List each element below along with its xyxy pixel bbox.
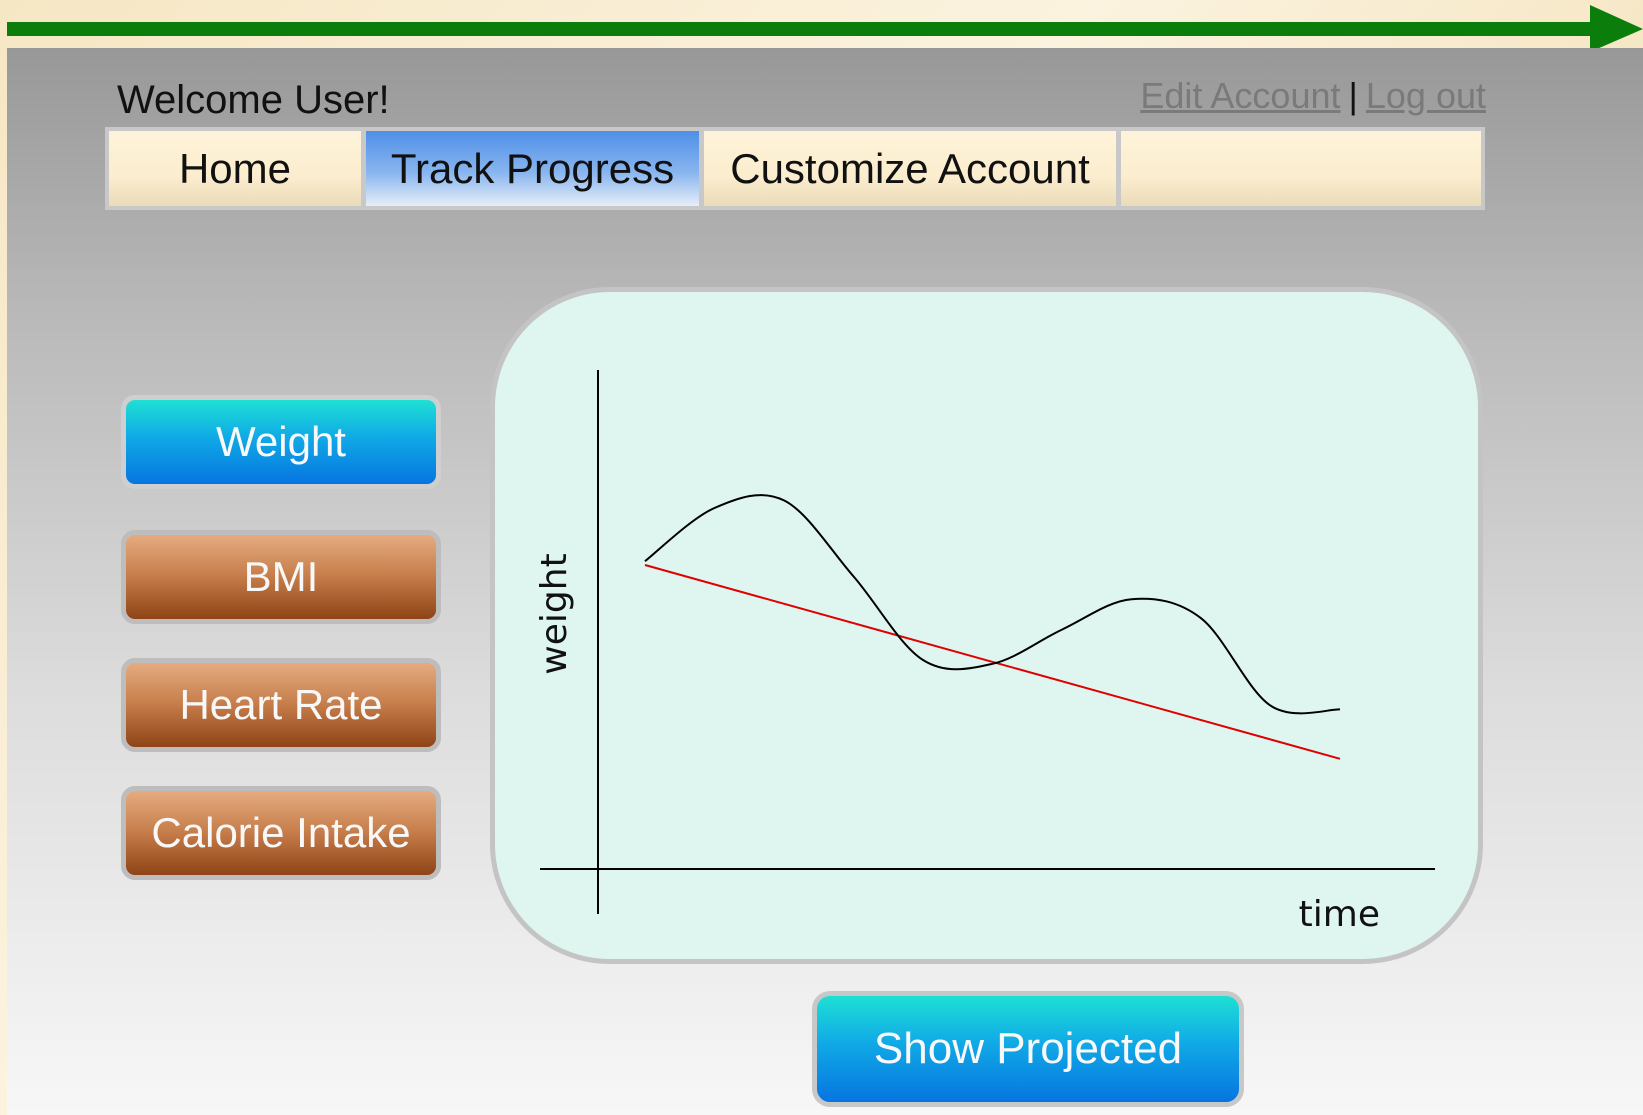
link-separator: | <box>1348 75 1358 116</box>
x-axis-label: time <box>1299 894 1380 935</box>
main-nav: Home Track Progress Customize Account <box>105 127 1485 210</box>
weight-button[interactable]: Weight <box>121 395 441 489</box>
weight-chart: weight time <box>534 370 1435 935</box>
y-axis-label: weight <box>534 553 575 674</box>
tab-home[interactable]: Home <box>109 131 361 206</box>
chart-panel: weight time <box>490 287 1483 964</box>
calorie-intake-button[interactable]: Calorie Intake <box>121 786 441 880</box>
bmi-button[interactable]: BMI <box>121 530 441 624</box>
log-out-link[interactable]: Log out <box>1366 75 1486 116</box>
actual-weight-line <box>644 494 1341 715</box>
tab-customize-account[interactable]: Customize Account <box>704 131 1116 206</box>
tab-empty[interactable] <box>1121 131 1481 206</box>
heart-rate-button[interactable]: Heart Rate <box>121 658 441 752</box>
welcome-message: Welcome User! <box>117 78 390 122</box>
edit-account-link[interactable]: Edit Account <box>1140 75 1340 116</box>
tab-track-progress[interactable]: Track Progress <box>366 131 699 206</box>
account-links: Edit Account | Log out <box>1140 75 1486 117</box>
show-projected-button[interactable]: Show Projected <box>812 991 1244 1107</box>
